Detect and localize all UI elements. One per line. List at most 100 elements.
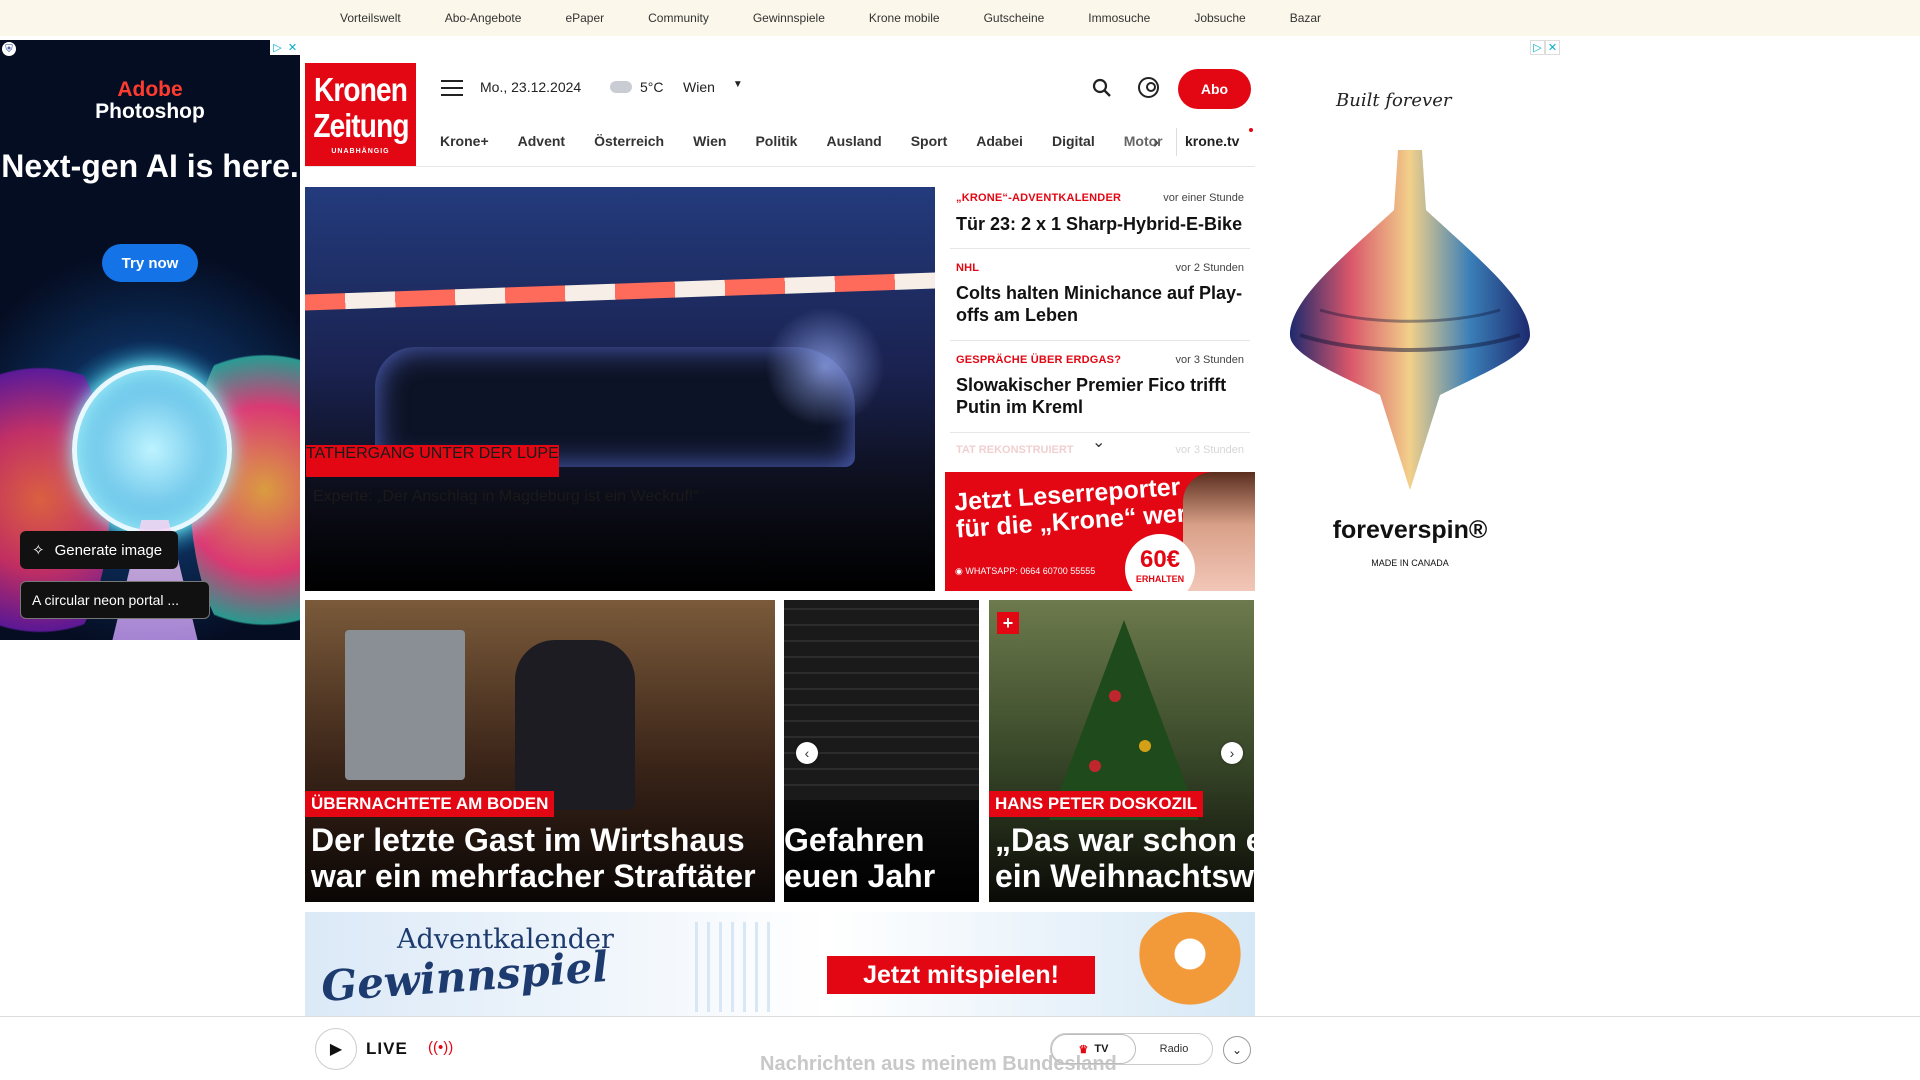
live-label: LIVE — [366, 1039, 408, 1058]
ad-right-foreverspin[interactable]: ▷ ✕ Built forever foreverspin® MADE IN C… — [1260, 40, 1560, 640]
ad-try-now-button[interactable]: Try now — [102, 244, 198, 282]
utility-link-abo-angebote[interactable]: Abo-Angebote — [445, 11, 522, 25]
news-item[interactable]: NHL vor 2 Stunden Colts halten Minichanc… — [950, 249, 1250, 341]
nav-item-digital[interactable]: Digital — [1052, 133, 1095, 149]
tv-option[interactable]: ♛ TV — [1051, 1034, 1136, 1064]
play-icon[interactable]: ▶ — [315, 1028, 357, 1070]
fox-mascot-image — [1135, 912, 1245, 1017]
blue-light-glow — [765, 307, 885, 427]
cloud-icon — [610, 81, 632, 93]
chevron-right-icon[interactable]: › — [1153, 132, 1159, 153]
carousel-next-button[interactable]: › — [1221, 742, 1243, 764]
news-item[interactable]: GESPRÄCHE ÜBER ERDGAS? vor 3 Stunden Slo… — [950, 341, 1250, 433]
sparkle-image-icon: ✧ — [32, 542, 45, 559]
hamburger-menu-icon[interactable] — [441, 80, 463, 98]
nav-item-ausland[interactable]: Ausland — [826, 133, 881, 149]
card-title-line-2: euen Jahr — [784, 858, 936, 894]
kronen-zeitung-logo[interactable]: Kronen Zeitung UNABHÄNGIG — [305, 63, 416, 166]
ornament — [1089, 760, 1101, 772]
nav-item-sport[interactable]: Sport — [911, 133, 948, 149]
search-icon[interactable] — [1092, 78, 1112, 98]
ad-portal-image — [72, 365, 232, 535]
ad-brand-adobe: Adobe — [117, 78, 183, 101]
radio-option[interactable]: Radio — [1136, 1034, 1212, 1064]
card-title-line-2: war ein mehrfacher Straftäter — [311, 858, 756, 894]
news-category: NHL — [956, 262, 980, 274]
nav-item-krone-plus[interactable]: Krone+ — [440, 133, 489, 149]
utility-link-gutscheine[interactable]: Gutscheine — [984, 11, 1045, 25]
chevron-down-icon[interactable]: ⌄ — [1223, 1036, 1251, 1064]
news-time: vor 3 Stunden — [1175, 354, 1245, 366]
nav-item-adabei[interactable]: Adabei — [976, 133, 1023, 149]
utility-link-epaper[interactable]: ePaper — [565, 11, 604, 25]
ad-generate-image-button[interactable]: ✧ Generate image — [20, 531, 178, 569]
nav-item-krone-tv[interactable]: krone.tv — [1185, 133, 1239, 149]
adchoices-icon[interactable]: ▷ — [270, 40, 285, 55]
news-title: Slowakischer Premier Fico trifft Putin i… — [956, 375, 1227, 417]
close-icon[interactable]: ✕ — [1545, 40, 1560, 55]
account-icon[interactable] — [1138, 77, 1159, 98]
temperature: 5°C — [640, 79, 664, 95]
promo-whatsapp-number: WHATSAPP: 0664 60700 55555 — [965, 566, 1096, 576]
card-image-wirtshaus — [345, 630, 465, 780]
hero-kicker: TATHERGANG UNTER DER LUPE — [306, 445, 559, 477]
utility-link-vorteilswelt[interactable]: Vorteilswelt — [340, 11, 401, 25]
nav-item-wien[interactable]: Wien — [693, 133, 726, 149]
adchoices-icon[interactable]: ▷ — [1530, 40, 1545, 55]
card-kicker: HANS PETER DOSKOZIL — [989, 791, 1204, 817]
news-item[interactable]: „KRONE“-ADVENTKALENDER vor einer Stunde … — [950, 187, 1250, 249]
banner-cta-button[interactable]: Jetzt mitspielen! — [827, 956, 1095, 994]
live-player-bar: ▶ LIVE ((•)) Nachrichten aus meinem Bund… — [0, 1016, 1920, 1080]
nav-item-advent[interactable]: Advent — [518, 133, 565, 149]
card-title-line-1: Der letzte Gast im Wirtshaus — [311, 822, 745, 858]
carousel-card[interactable]: + HANS PETER DOSKOZIL „Das war schon ei … — [989, 600, 1254, 902]
ad-choices[interactable]: ▷ ✕ — [270, 40, 300, 55]
hero-article[interactable] — [305, 187, 935, 591]
ornament — [1139, 740, 1151, 752]
logo-line-2: Zeitung — [313, 107, 409, 144]
chevron-down-icon[interactable]: ⌄ — [1092, 432, 1105, 452]
carousel-card[interactable]: ÜBERNACHTETE AM BODEN Der letzte Gast im… — [305, 600, 775, 902]
city-selector[interactable]: Wien ▼ — [683, 79, 743, 95]
news-time: vor einer Stunde — [1163, 192, 1244, 204]
abo-button[interactable]: Abo — [1178, 69, 1251, 109]
carousel-prev-button[interactable]: ‹ — [796, 742, 818, 764]
ad-prompt-field[interactable]: A circular neon portal ... — [20, 581, 210, 619]
adventkalender-banner[interactable]: Adventkalender Gewinnspiel Jetzt mitspie… — [305, 912, 1255, 1017]
promo-amount: 60€ — [1139, 546, 1181, 573]
privacy-icon[interactable]: ⛨ — [2, 42, 16, 56]
ad-choices-right[interactable]: ▷ ✕ — [1530, 40, 1560, 55]
ad-left-photoshop[interactable]: ⛨ ▷ ✕ Adobe Photoshop Next-gen AI is her… — [0, 40, 300, 640]
utility-link-gewinnspiele[interactable]: Gewinnspiele — [753, 11, 825, 25]
promo-whatsapp: ◉ WHATSAPP: 0664 60700 55555 — [955, 566, 1095, 577]
promo-amount-sub: ERHALTEN — [1135, 574, 1185, 584]
utility-link-community[interactable]: Community — [648, 11, 709, 25]
card-image-person — [515, 640, 635, 810]
nav-item-politik[interactable]: Politik — [755, 133, 797, 149]
tv-radio-toggle[interactable]: ♛ TV Radio — [1050, 1033, 1213, 1065]
weather-widget[interactable]: 5°C — [610, 79, 664, 95]
snow-tree-image — [695, 922, 775, 1012]
christmas-tree-image — [1049, 620, 1199, 820]
card-title: Gefahren euen Jahr — [784, 822, 935, 894]
header-divider — [305, 166, 1255, 167]
card-title: „Das war schon ei ein Weihnachtswu — [995, 822, 1254, 894]
krone-plus-icon: + — [997, 612, 1019, 634]
logo-line-3: UNABHÄNGIG — [331, 148, 390, 155]
ad-generate-label: Generate image — [54, 541, 163, 559]
card-image-server — [784, 600, 979, 800]
nav-item-oesterreich[interactable]: Österreich — [594, 133, 664, 149]
utility-link-immosuche[interactable]: Immosuche — [1088, 11, 1150, 25]
spinning-top-image — [1290, 150, 1530, 490]
utility-link-bazar[interactable]: Bazar — [1290, 11, 1321, 25]
current-date: Mo., 23.12.2024 — [480, 79, 582, 95]
hero-title[interactable]: Experte: „Der Anschlag in Magdeburg ist … — [313, 488, 913, 506]
leserreporter-promo[interactable]: Jetzt Leserreporter für die „Krone“ werd… — [945, 472, 1255, 591]
close-icon[interactable]: ✕ — [285, 40, 300, 55]
city-label: Wien — [683, 79, 715, 95]
broadcast-icon: ((•)) — [428, 1039, 454, 1056]
utility-link-krone-mobile[interactable]: Krone mobile — [869, 11, 940, 25]
ad-script-tagline: Built forever — [1336, 90, 1452, 111]
main-navigation: Krone+ Advent Österreich Wien Politik Au… — [440, 130, 1163, 152]
utility-link-jobsuche[interactable]: Jobsuche — [1194, 11, 1245, 25]
